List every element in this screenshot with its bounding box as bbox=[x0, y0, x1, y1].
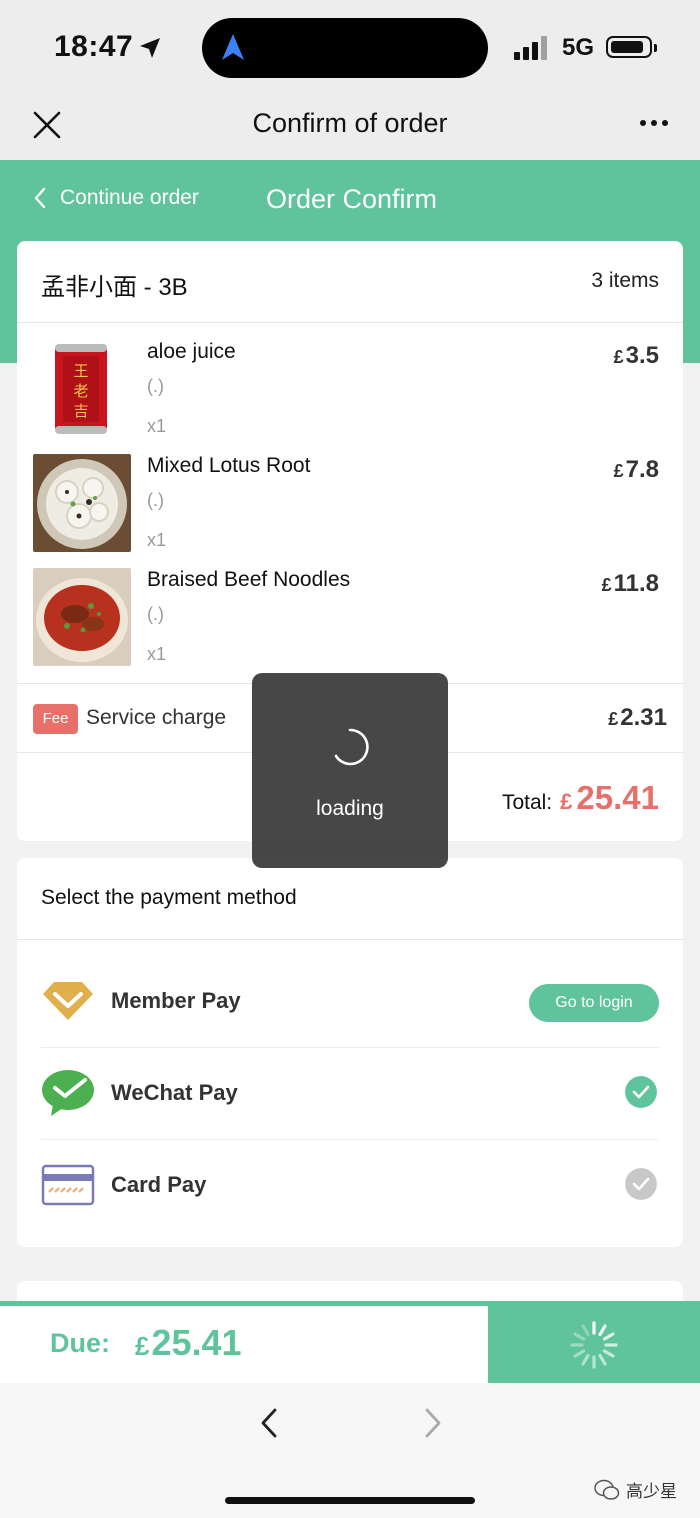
item-spec: (.) bbox=[147, 604, 164, 624]
payment-label: WeChat Pay bbox=[111, 1080, 238, 1105]
payment-option-member[interactable]: Member Pay Go to login bbox=[41, 956, 659, 1048]
title-bar: Confirm of order bbox=[0, 96, 700, 160]
status-bar: 18:47 5G bbox=[0, 0, 700, 96]
page-title: Confirm of order bbox=[252, 108, 448, 138]
item-price: £7.8 bbox=[613, 456, 659, 483]
payment-label: Card Pay bbox=[111, 1172, 207, 1197]
order-item: 王 老 吉 aloe juice (.) x1 £3.5 bbox=[17, 340, 683, 454]
total-amount: £25.41 bbox=[560, 779, 659, 816]
watermark: 高少星 bbox=[594, 1477, 677, 1502]
location-arrow-icon bbox=[140, 38, 160, 58]
fee-badge: Fee bbox=[33, 704, 78, 734]
loading-spinner-icon bbox=[334, 728, 369, 766]
items-count: 3 items bbox=[591, 269, 659, 292]
status-time: 18:47 bbox=[54, 30, 134, 63]
wechat-logo-icon bbox=[594, 1479, 620, 1500]
watermark-text: 高少星 bbox=[626, 1482, 677, 1501]
order-item: Mixed Lotus Root (.) x1 £7.8 bbox=[17, 454, 683, 568]
payment-option-card[interactable]: Card Pay bbox=[41, 1140, 659, 1232]
signal-strength-icon bbox=[514, 36, 550, 60]
item-price: £11.8 bbox=[601, 570, 659, 597]
payment-header: Select the payment method bbox=[17, 858, 683, 940]
diamond-icon bbox=[43, 982, 93, 1020]
credit-card-icon bbox=[41, 1164, 95, 1206]
total-row: Total: £25.41 bbox=[502, 779, 659, 817]
continue-order-link[interactable]: Continue order bbox=[32, 186, 199, 210]
service-charge-label: Service charge bbox=[86, 706, 227, 729]
spinner-icon bbox=[570, 1321, 618, 1369]
item-name: Braised Beef Noodles bbox=[147, 568, 351, 591]
item-image-beef-noodles bbox=[33, 568, 131, 666]
browser-toolbar: 高少星 bbox=[0, 1383, 700, 1518]
loading-text: loading bbox=[316, 797, 384, 820]
payment-label: Member Pay bbox=[111, 988, 241, 1013]
payment-title: Select the payment method bbox=[41, 886, 297, 909]
payment-method-card: Select the payment method Member Pay Go … bbox=[17, 858, 683, 1247]
header-title: Order Confirm bbox=[266, 184, 438, 214]
more-icon[interactable] bbox=[638, 116, 670, 130]
item-qty: x1 bbox=[147, 644, 167, 664]
svg-text:王: 王 bbox=[73, 362, 88, 380]
check-selected-icon[interactable] bbox=[625, 1076, 657, 1108]
pay-button[interactable] bbox=[488, 1301, 700, 1388]
item-image-lotus-root bbox=[33, 454, 131, 552]
go-to-login-button[interactable]: Go to login bbox=[529, 984, 659, 1022]
service-charge-price: £2.31 bbox=[608, 704, 667, 731]
item-qty: x1 bbox=[147, 530, 167, 550]
chevron-left-icon bbox=[34, 187, 46, 209]
due-label: Due: bbox=[50, 1328, 110, 1358]
shop-name: 孟非小面 - 3B bbox=[41, 274, 188, 301]
home-indicator[interactable] bbox=[225, 1497, 475, 1504]
network-type: 5G bbox=[562, 34, 595, 61]
back-arrow-icon[interactable] bbox=[258, 1407, 280, 1439]
item-spec: (.) bbox=[147, 376, 164, 396]
item-spec: (.) bbox=[147, 490, 164, 510]
payment-option-wechat[interactable]: WeChat Pay bbox=[41, 1048, 659, 1140]
check-unselected-icon[interactable] bbox=[625, 1168, 657, 1200]
total-label: Total: bbox=[501, 791, 553, 814]
svg-text:吉: 吉 bbox=[73, 402, 88, 420]
item-name: aloe juice bbox=[147, 340, 236, 363]
order-item: Braised Beef Noodles (.) x1 £11.8 bbox=[17, 568, 683, 682]
item-image-aloe-juice: 王 老 吉 bbox=[33, 340, 131, 438]
navigation-arrow-icon bbox=[222, 34, 244, 60]
dynamic-island bbox=[202, 18, 488, 78]
item-price: £3.5 bbox=[613, 342, 659, 369]
shop-row: 孟非小面 - 3B 3 items bbox=[17, 241, 683, 323]
battery-icon bbox=[606, 36, 657, 58]
item-qty: x1 bbox=[147, 416, 167, 436]
loading-toast: loading bbox=[252, 673, 448, 868]
svg-text:老: 老 bbox=[73, 382, 88, 400]
continue-order-label: Continue order bbox=[60, 186, 199, 209]
forward-arrow-icon[interactable] bbox=[422, 1407, 444, 1439]
checkout-bar: Due: £25.41 bbox=[0, 1301, 700, 1388]
item-name: Mixed Lotus Root bbox=[147, 454, 311, 477]
wechat-pay-icon bbox=[42, 1070, 94, 1116]
due-amount: £25.41 bbox=[135, 1322, 242, 1363]
